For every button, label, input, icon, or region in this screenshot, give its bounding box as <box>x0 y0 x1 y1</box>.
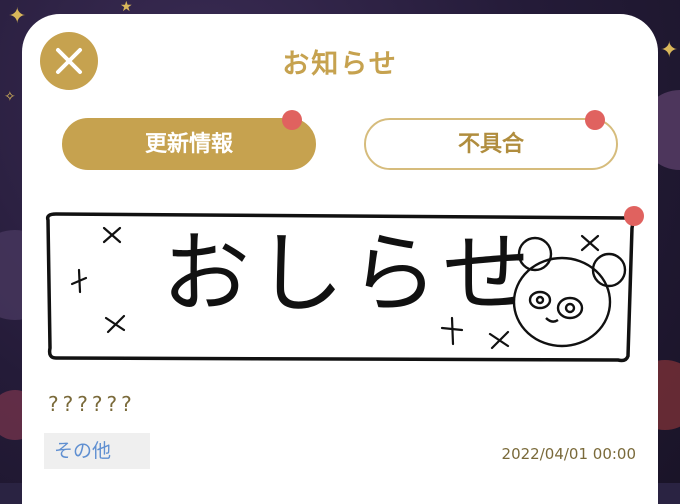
tab-bugs[interactable]: 不具合 <box>364 118 618 170</box>
tab-bugs-notification-dot <box>585 110 605 130</box>
notice-date: 2022/04/01 00:00 <box>501 445 636 463</box>
tab-updates[interactable]: 更新情報 <box>62 118 316 170</box>
category-badge: その他 <box>44 433 150 469</box>
notice-banner-image[interactable]: おしらせ <box>42 208 638 368</box>
notice-notification-dot <box>624 206 644 226</box>
notice-body: ?????? <box>48 392 136 416</box>
banner-text: おしらせ <box>162 222 537 325</box>
tab-updates-notification-dot <box>282 110 302 130</box>
dialog-title: お知らせ <box>282 49 398 80</box>
